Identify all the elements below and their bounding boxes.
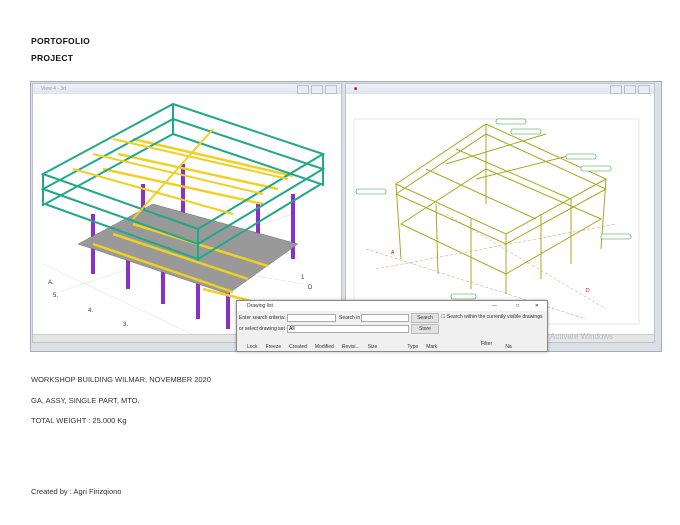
drawing-list-title: Drawing list — [247, 303, 273, 309]
close-button[interactable] — [325, 85, 337, 94]
minimize-button[interactable] — [297, 85, 309, 94]
visible-drawings-label: Search within the currently visible draw… — [446, 314, 543, 320]
svg-text:D: D — [308, 285, 313, 291]
column-header[interactable]: Modified — [315, 344, 334, 350]
minimize-button[interactable] — [610, 85, 622, 94]
search-criteria-input[interactable] — [287, 314, 336, 322]
project-title: WORKSHOP BUILDING WILMAR, NOVEMBER 2020 — [31, 375, 211, 384]
search-in-label: Search in — [339, 315, 361, 321]
column-header[interactable]: Na — [505, 344, 511, 350]
svg-text:D: D — [586, 288, 590, 294]
close-button[interactable] — [638, 85, 650, 94]
drawing-set-label: or select drawing set — [239, 326, 285, 332]
svg-text:A.: A. — [48, 280, 54, 286]
drawing-set-select[interactable] — [287, 325, 409, 333]
column-header[interactable]: Lock — [247, 344, 258, 350]
visible-drawings-checkbox[interactable]: ☐ Search within the currently visible dr… — [441, 314, 542, 320]
search-criteria-label: Enter search criteria: — [239, 315, 286, 321]
close-button[interactable]: ✕ — [535, 301, 539, 311]
drawing-list-dialog: Drawing list — □ ✕ Enter search criteria: … — [236, 300, 548, 352]
search-in-select[interactable] — [361, 314, 409, 322]
drawing-icon: ■ — [354, 86, 358, 92]
svg-text:A: A — [391, 250, 395, 256]
search-button[interactable]: Search — [411, 313, 439, 323]
svg-text:3.: 3. — [123, 322, 128, 328]
activate-windows-watermark: Activate Windows — [550, 332, 614, 341]
minimize-button[interactable]: — — [492, 301, 497, 311]
column-header[interactable]: Freeze — [266, 344, 282, 350]
drawing-table-header: Lock Freeze Created Modified Revisi... Size Ty… — [247, 344, 512, 350]
svg-text:1: 1 — [301, 275, 305, 281]
column-header[interactable]: Created — [289, 344, 307, 350]
maximize-button[interactable]: □ — [516, 301, 519, 311]
deliverables: GA, ASSY, SINGLE PART, MTO. — [31, 396, 140, 405]
column-header[interactable]: Revisi... — [342, 344, 360, 350]
column-header[interactable]: Mark — [426, 344, 437, 350]
svg-text:5.: 5. — [53, 293, 58, 299]
steel-model-3d: A.5.4.3.2.1.1D — [40, 102, 326, 356]
column-header[interactable]: Size — [368, 344, 378, 350]
header-portfolio: PORTOFOLIO — [31, 36, 91, 46]
store-button[interactable]: Store — [411, 324, 439, 334]
steel-drawing: AD — [353, 118, 640, 325]
view-title: View 4 - 3d — [41, 86, 66, 92]
column-header[interactable]: Type — [407, 344, 418, 350]
header-project: PROJECT — [31, 53, 74, 63]
filter-label: Filter — [481, 341, 493, 347]
maximize-button[interactable] — [624, 85, 636, 94]
svg-text:4.: 4. — [88, 308, 93, 314]
total-weight: TOTAL WEIGHT : 25.000 Kg — [31, 416, 127, 425]
maximize-button[interactable] — [311, 85, 323, 94]
credit: Created by : Agri Firizqiono — [31, 487, 122, 496]
